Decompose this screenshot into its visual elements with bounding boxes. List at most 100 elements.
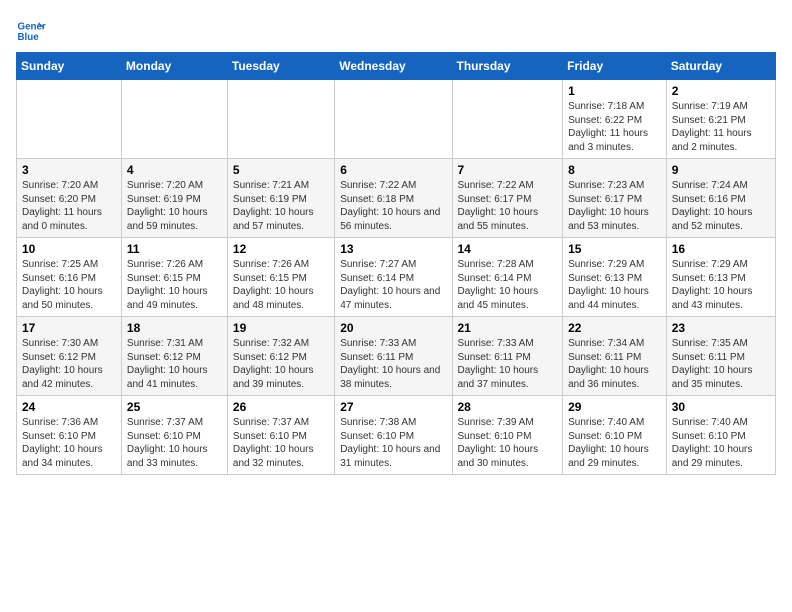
day-cell: 30 Sunrise: 7:40 AMSunset: 6:10 PMDayligh…: [666, 396, 775, 475]
week-row-2: 3Sunrise: 7:20 AMSunset: 6:20 PMDaylight…: [17, 159, 776, 238]
day-info: Sunrise: 7:26 AMSunset: 6:15 PMDaylight:…: [233, 258, 329, 312]
day-info: Sunrise: 7:22 AMSunset: 6:17 PMDaylight:…: [458, 179, 558, 233]
day-info: Sunrise: 7:19 AMSunset: 6:21 PMDaylight:…: [672, 100, 770, 154]
day-number: 9: [672, 163, 770, 177]
weekday-friday: Friday: [563, 53, 667, 80]
weekday-wednesday: Wednesday: [335, 53, 452, 80]
day-info: Sunrise: 7:35 AMSunset: 6:11 PMDaylight:…: [672, 337, 770, 391]
day-cell: 25 Sunrise: 7:37 AMSunset: 6:10 PMDayligh…: [121, 396, 227, 475]
day-cell: 7 Sunrise: 7:22 AMSunset: 6:17 PMDaylight…: [452, 159, 563, 238]
week-row-5: 24 Sunrise: 7:36 AMSunset: 6:10 PMDayligh…: [17, 396, 776, 475]
page-header: General Blue: [16, 16, 776, 46]
weekday-tuesday: Tuesday: [227, 53, 334, 80]
day-info: Sunrise: 7:40 AMSunset: 6:10 PMDaylight:…: [568, 416, 661, 470]
day-cell: 14 Sunrise: 7:28 AMSunset: 6:14 PMDayligh…: [452, 238, 563, 317]
week-row-3: 10Sunrise: 7:25 AMSunset: 6:16 PMDayligh…: [17, 238, 776, 317]
day-number: 22: [568, 321, 661, 335]
day-info: Sunrise: 7:23 AMSunset: 6:17 PMDaylight:…: [568, 179, 661, 233]
day-number: 6: [340, 163, 446, 177]
day-number: 18: [127, 321, 222, 335]
day-cell: 28Sunrise: 7:39 AMSunset: 6:10 PMDayligh…: [452, 396, 563, 475]
day-cell: 19 Sunrise: 7:32 AMSunset: 6:12 PMDayligh…: [227, 317, 334, 396]
logo-icon: General Blue: [16, 16, 46, 46]
day-number: 1: [568, 84, 661, 98]
day-info: Sunrise: 7:21 AMSunset: 6:19 PMDaylight:…: [233, 179, 329, 233]
day-number: 24: [22, 400, 116, 414]
day-number: 8: [568, 163, 661, 177]
day-cell: 1Sunrise: 7:18 AMSunset: 6:22 PMDaylight…: [563, 80, 667, 159]
day-info: Sunrise: 7:40 AMSunset: 6:10 PMDaylight:…: [672, 416, 770, 470]
weekday-sunday: Sunday: [17, 53, 122, 80]
day-number: 21: [458, 321, 558, 335]
day-number: 23: [672, 321, 770, 335]
day-cell: 24 Sunrise: 7:36 AMSunset: 6:10 PMDayligh…: [17, 396, 122, 475]
week-row-4: 17 Sunrise: 7:30 AMSunset: 6:12 PMDayligh…: [17, 317, 776, 396]
svg-text:General: General: [18, 22, 47, 33]
weekday-thursday: Thursday: [452, 53, 563, 80]
day-number: 28: [458, 400, 558, 414]
day-number: 27: [340, 400, 446, 414]
day-number: 5: [233, 163, 329, 177]
day-cell: 4Sunrise: 7:20 AMSunset: 6:19 PMDaylight…: [121, 159, 227, 238]
day-number: 17: [22, 321, 116, 335]
day-cell: 2 Sunrise: 7:19 AMSunset: 6:21 PMDaylight…: [666, 80, 775, 159]
day-cell: 15 Sunrise: 7:29 AMSunset: 6:13 PMDayligh…: [563, 238, 667, 317]
day-number: 11: [127, 242, 222, 256]
day-number: 26: [233, 400, 329, 414]
day-cell: 21 Sunrise: 7:33 AMSunset: 6:11 PMDayligh…: [452, 317, 563, 396]
day-cell: 16Sunrise: 7:29 AMSunset: 6:13 PMDayligh…: [666, 238, 775, 317]
day-cell: 3Sunrise: 7:20 AMSunset: 6:20 PMDaylight…: [17, 159, 122, 238]
day-cell: [452, 80, 563, 159]
day-info: Sunrise: 7:31 AMSunset: 6:12 PMDaylight:…: [127, 337, 222, 391]
day-number: 4: [127, 163, 222, 177]
day-cell: 23 Sunrise: 7:35 AMSunset: 6:11 PMDayligh…: [666, 317, 775, 396]
day-cell: 10Sunrise: 7:25 AMSunset: 6:16 PMDayligh…: [17, 238, 122, 317]
day-info: Sunrise: 7:28 AMSunset: 6:14 PMDaylight:…: [458, 258, 558, 312]
weekday-header-row: SundayMondayTuesdayWednesdayThursdayFrid…: [17, 53, 776, 80]
day-cell: 8 Sunrise: 7:23 AMSunset: 6:17 PMDaylight…: [563, 159, 667, 238]
day-cell: 6 Sunrise: 7:22 AMSunset: 6:18 PMDaylight…: [335, 159, 452, 238]
day-cell: 27 Sunrise: 7:38 AMSunset: 6:10 PMDayligh…: [335, 396, 452, 475]
day-cell: 12Sunrise: 7:26 AMSunset: 6:15 PMDayligh…: [227, 238, 334, 317]
day-cell: 5 Sunrise: 7:21 AMSunset: 6:19 PMDaylight…: [227, 159, 334, 238]
day-cell: [17, 80, 122, 159]
day-info: Sunrise: 7:37 AMSunset: 6:10 PMDaylight:…: [233, 416, 329, 470]
day-info: Sunrise: 7:33 AMSunset: 6:11 PMDaylight:…: [340, 337, 446, 391]
day-info: Sunrise: 7:29 AMSunset: 6:13 PMDaylight:…: [568, 258, 661, 312]
day-number: 14: [458, 242, 558, 256]
calendar-body: 1Sunrise: 7:18 AMSunset: 6:22 PMDaylight…: [17, 80, 776, 475]
day-info: Sunrise: 7:32 AMSunset: 6:12 PMDaylight:…: [233, 337, 329, 391]
day-number: 13: [340, 242, 446, 256]
week-row-1: 1Sunrise: 7:18 AMSunset: 6:22 PMDaylight…: [17, 80, 776, 159]
day-cell: 22 Sunrise: 7:34 AMSunset: 6:11 PMDayligh…: [563, 317, 667, 396]
day-cell: 29Sunrise: 7:40 AMSunset: 6:10 PMDayligh…: [563, 396, 667, 475]
day-number: 20: [340, 321, 446, 335]
day-number: 19: [233, 321, 329, 335]
day-info: Sunrise: 7:30 AMSunset: 6:12 PMDaylight:…: [22, 337, 116, 391]
day-info: Sunrise: 7:36 AMSunset: 6:10 PMDaylight:…: [22, 416, 116, 470]
day-cell: [121, 80, 227, 159]
day-number: 2: [672, 84, 770, 98]
day-number: 3: [22, 163, 116, 177]
day-number: 7: [458, 163, 558, 177]
day-number: 25: [127, 400, 222, 414]
weekday-saturday: Saturday: [666, 53, 775, 80]
day-cell: 18 Sunrise: 7:31 AMSunset: 6:12 PMDayligh…: [121, 317, 227, 396]
day-info: Sunrise: 7:34 AMSunset: 6:11 PMDaylight:…: [568, 337, 661, 391]
day-cell: 26 Sunrise: 7:37 AMSunset: 6:10 PMDayligh…: [227, 396, 334, 475]
day-info: Sunrise: 7:22 AMSunset: 6:18 PMDaylight:…: [340, 179, 446, 233]
day-cell: 17 Sunrise: 7:30 AMSunset: 6:12 PMDayligh…: [17, 317, 122, 396]
day-info: Sunrise: 7:27 AMSunset: 6:14 PMDaylight:…: [340, 258, 446, 312]
weekday-monday: Monday: [121, 53, 227, 80]
day-cell: 11 Sunrise: 7:26 AMSunset: 6:15 PMDayligh…: [121, 238, 227, 317]
calendar-table: SundayMondayTuesdayWednesdayThursdayFrid…: [16, 52, 776, 475]
day-info: Sunrise: 7:38 AMSunset: 6:10 PMDaylight:…: [340, 416, 446, 470]
day-number: 15: [568, 242, 661, 256]
day-cell: [227, 80, 334, 159]
day-info: Sunrise: 7:37 AMSunset: 6:10 PMDaylight:…: [127, 416, 222, 470]
day-cell: [335, 80, 452, 159]
day-number: 30: [672, 400, 770, 414]
day-info: Sunrise: 7:26 AMSunset: 6:15 PMDaylight:…: [127, 258, 222, 312]
day-info: Sunrise: 7:33 AMSunset: 6:11 PMDaylight:…: [458, 337, 558, 391]
logo: General Blue: [16, 16, 46, 46]
